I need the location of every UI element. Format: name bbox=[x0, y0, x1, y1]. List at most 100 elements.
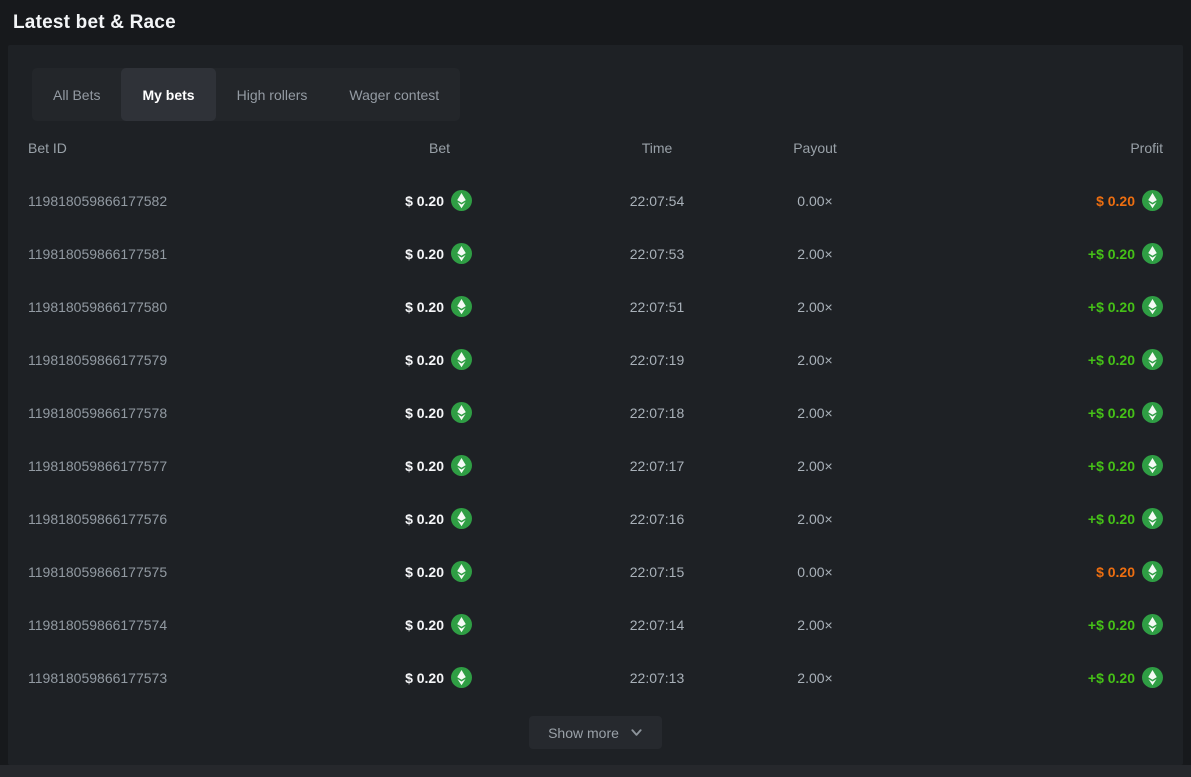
profit-cell: $ 0.20 bbox=[1096, 561, 1163, 582]
profit-cell: +$ 0.20 bbox=[1088, 349, 1163, 370]
table-row[interactable]: 119818059866177579 $ 0.20 22:07:19 2.00×… bbox=[28, 333, 1163, 386]
profit-cell: +$ 0.20 bbox=[1088, 455, 1163, 476]
ethereum-classic-coin-icon bbox=[451, 349, 472, 370]
show-more-button[interactable]: Show more bbox=[529, 716, 662, 749]
bet-time: 22:07:53 bbox=[630, 246, 685, 262]
bet-amount: $ 0.20 bbox=[405, 193, 444, 209]
bet-id: 119818059866177581 bbox=[28, 246, 288, 262]
tab-my-bets[interactable]: My bets bbox=[121, 68, 215, 121]
bet-time: 22:07:13 bbox=[630, 670, 685, 686]
table-row[interactable]: 119818059866177582 $ 0.20 22:07:54 0.00×… bbox=[28, 174, 1163, 227]
table-row[interactable]: 119818059866177577 $ 0.20 22:07:17 2.00×… bbox=[28, 439, 1163, 492]
bet-cell: $ 0.20 bbox=[405, 190, 472, 211]
bet-payout: 2.00× bbox=[797, 405, 832, 421]
ethereum-classic-coin-icon bbox=[451, 296, 472, 317]
table-row[interactable]: 119818059866177578 $ 0.20 22:07:18 2.00×… bbox=[28, 386, 1163, 439]
bet-time: 22:07:17 bbox=[630, 458, 685, 474]
latest-bets-card: All Bets My bets High rollers Wager cont… bbox=[8, 45, 1183, 765]
table-row[interactable]: 119818059866177581 $ 0.20 22:07:53 2.00×… bbox=[28, 227, 1163, 280]
ethereum-classic-coin-icon bbox=[451, 667, 472, 688]
bet-profit: $ 0.20 bbox=[1096, 564, 1135, 580]
ethereum-classic-coin-icon bbox=[451, 614, 472, 635]
bet-time: 22:07:51 bbox=[630, 299, 685, 315]
chevron-down-icon bbox=[630, 726, 643, 739]
bet-cell: $ 0.20 bbox=[405, 243, 472, 264]
ethereum-classic-coin-icon bbox=[1142, 614, 1163, 635]
bet-amount: $ 0.20 bbox=[405, 458, 444, 474]
bet-payout: 0.00× bbox=[797, 193, 832, 209]
ethereum-classic-coin-icon bbox=[1142, 190, 1163, 211]
bet-profit: +$ 0.20 bbox=[1088, 670, 1135, 686]
column-header-time: Time bbox=[642, 140, 673, 156]
section-header: Latest bet & Race bbox=[0, 0, 1191, 45]
ethereum-classic-coin-icon bbox=[1142, 667, 1163, 688]
table-row[interactable]: 119818059866177576 $ 0.20 22:07:16 2.00×… bbox=[28, 492, 1163, 545]
bet-cell: $ 0.20 bbox=[405, 402, 472, 423]
table-header-row: Bet ID Bet Time Payout Profit bbox=[28, 121, 1163, 174]
ethereum-classic-coin-icon bbox=[1142, 296, 1163, 317]
tab-wager-contest[interactable]: Wager contest bbox=[328, 68, 460, 121]
table-row[interactable]: 119818059866177574 $ 0.20 22:07:14 2.00×… bbox=[28, 598, 1163, 651]
bet-id: 119818059866177577 bbox=[28, 458, 288, 474]
bet-time: 22:07:54 bbox=[630, 193, 685, 209]
bet-time: 22:07:16 bbox=[630, 511, 685, 527]
bet-time: 22:07:14 bbox=[630, 617, 685, 633]
bet-profit: +$ 0.20 bbox=[1088, 352, 1135, 368]
bet-cell: $ 0.20 bbox=[405, 508, 472, 529]
bet-profit: +$ 0.20 bbox=[1088, 246, 1135, 262]
bet-payout: 0.00× bbox=[797, 564, 832, 580]
column-header-bet-id: Bet ID bbox=[28, 140, 288, 156]
bet-payout: 2.00× bbox=[797, 670, 832, 686]
bet-id: 119818059866177576 bbox=[28, 511, 288, 527]
bet-cell: $ 0.20 bbox=[405, 667, 472, 688]
bet-amount: $ 0.20 bbox=[405, 564, 444, 580]
profit-cell: +$ 0.20 bbox=[1088, 614, 1163, 635]
column-header-bet: Bet bbox=[429, 140, 472, 156]
bet-payout: 2.00× bbox=[797, 458, 832, 474]
bet-cell: $ 0.20 bbox=[405, 561, 472, 582]
table-row[interactable]: 119818059866177573 $ 0.20 22:07:13 2.00×… bbox=[28, 651, 1163, 704]
bets-table-body: 119818059866177582 $ 0.20 22:07:54 0.00×… bbox=[28, 174, 1163, 704]
bet-cell: $ 0.20 bbox=[405, 296, 472, 317]
ethereum-classic-coin-icon bbox=[451, 455, 472, 476]
profit-cell: +$ 0.20 bbox=[1088, 243, 1163, 264]
bet-time: 22:07:15 bbox=[630, 564, 685, 580]
bet-payout: 2.00× bbox=[797, 511, 832, 527]
bet-time: 22:07:19 bbox=[630, 352, 685, 368]
table-row[interactable]: 119818059866177575 $ 0.20 22:07:15 0.00×… bbox=[28, 545, 1163, 598]
bet-profit: +$ 0.20 bbox=[1088, 458, 1135, 474]
bet-profit: +$ 0.20 bbox=[1088, 405, 1135, 421]
bet-id: 119818059866177574 bbox=[28, 617, 288, 633]
bet-profit: +$ 0.20 bbox=[1088, 511, 1135, 527]
ethereum-classic-coin-icon bbox=[451, 190, 472, 211]
show-more-label: Show more bbox=[548, 725, 619, 741]
bet-amount: $ 0.20 bbox=[405, 405, 444, 421]
profit-cell: +$ 0.20 bbox=[1088, 402, 1163, 423]
column-header-payout: Payout bbox=[793, 140, 837, 156]
bet-time: 22:07:18 bbox=[630, 405, 685, 421]
ethereum-classic-coin-icon bbox=[1142, 402, 1163, 423]
bet-amount: $ 0.20 bbox=[405, 511, 444, 527]
ethereum-classic-coin-icon bbox=[1142, 455, 1163, 476]
bet-id: 119818059866177575 bbox=[28, 564, 288, 580]
bet-id: 119818059866177579 bbox=[28, 352, 288, 368]
tab-high-rollers[interactable]: High rollers bbox=[216, 68, 329, 121]
ethereum-classic-coin-icon bbox=[451, 508, 472, 529]
bet-payout: 2.00× bbox=[797, 246, 832, 262]
bet-id: 119818059866177573 bbox=[28, 670, 288, 686]
bet-id: 119818059866177578 bbox=[28, 405, 288, 421]
ethereum-classic-coin-icon bbox=[451, 243, 472, 264]
bet-amount: $ 0.20 bbox=[405, 352, 444, 368]
page-title: Latest bet & Race bbox=[13, 12, 176, 34]
tab-all-bets[interactable]: All Bets bbox=[32, 68, 121, 121]
bet-cell: $ 0.20 bbox=[405, 455, 472, 476]
ethereum-classic-coin-icon bbox=[451, 402, 472, 423]
bet-amount: $ 0.20 bbox=[405, 246, 444, 262]
bet-profit: +$ 0.20 bbox=[1088, 299, 1135, 315]
profit-cell: +$ 0.20 bbox=[1088, 296, 1163, 317]
bet-payout: 2.00× bbox=[797, 299, 832, 315]
table-row[interactable]: 119818059866177580 $ 0.20 22:07:51 2.00×… bbox=[28, 280, 1163, 333]
bet-id: 119818059866177580 bbox=[28, 299, 288, 315]
bet-amount: $ 0.20 bbox=[405, 299, 444, 315]
bet-payout: 2.00× bbox=[797, 352, 832, 368]
